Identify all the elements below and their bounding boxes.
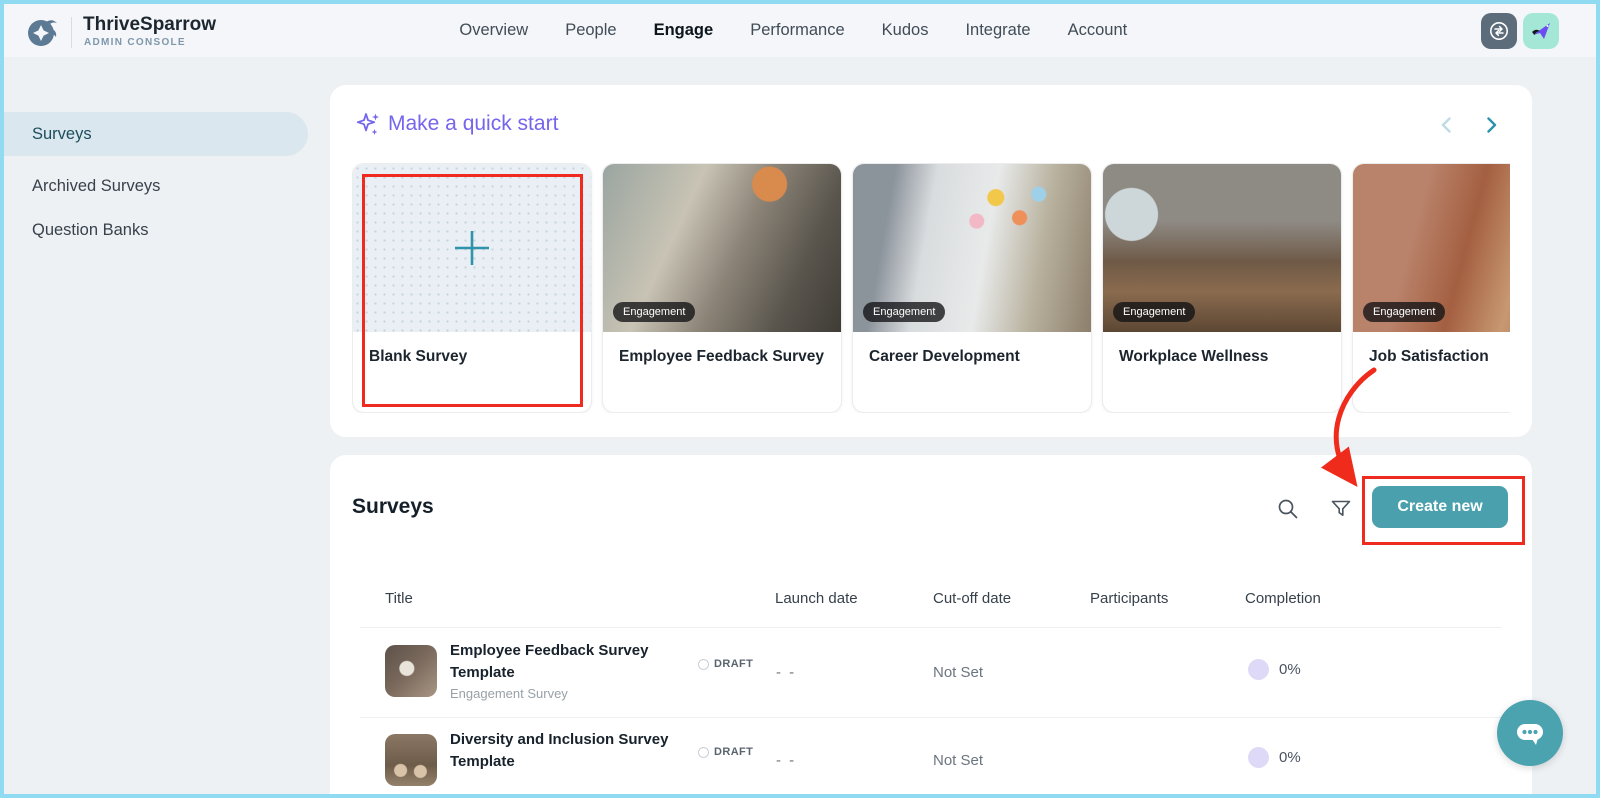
nav-kudos[interactable]: Kudos <box>882 21 929 40</box>
card-employee-feedback-survey[interactable]: Engagement Employee Feedback Survey <box>602 163 842 413</box>
template-carousel: Blank Survey Engagement Employee Feedbac… <box>352 163 1510 413</box>
survey-subtitle: Engagement Survey <box>450 686 568 701</box>
annotation-box-blank-survey <box>362 174 583 407</box>
sidebar-item-surveys[interactable]: Surveys <box>4 112 308 156</box>
completion-ring-icon <box>1248 747 1269 768</box>
surveys-title: Surveys <box>352 495 434 518</box>
status-badge: DRAFT <box>698 658 753 670</box>
status-badge: DRAFT <box>698 746 753 758</box>
brand-name: ThriveSparrow <box>83 14 217 35</box>
sparrow-app-icon <box>1532 23 1550 39</box>
completion-ring-icon <box>1248 659 1269 680</box>
switch-apps-icon <box>1490 22 1508 40</box>
carousel-next-button[interactable] <box>1480 114 1502 136</box>
launch-date-value: - - <box>776 752 797 769</box>
card-career-development[interactable]: Engagement Career Development <box>852 163 1092 413</box>
status-label: DRAFT <box>714 746 754 758</box>
launch-date-value: - - <box>776 664 797 681</box>
column-header-cutoff-date: Cut-off date <box>933 590 1012 607</box>
nav-people[interactable]: People <box>565 21 616 40</box>
template-title: Career Development <box>869 348 1020 365</box>
survey-thumbnail <box>385 645 437 697</box>
sidebar-item-label: Question Banks <box>32 220 149 239</box>
template-photo: Engagement <box>1103 164 1341 332</box>
filter-funnel-icon[interactable] <box>1329 497 1353 521</box>
chat-widget-button[interactable] <box>1497 700 1563 766</box>
quick-start-panel: Make a quick start Blank Survey Engageme… <box>330 85 1532 437</box>
sparkles-icon <box>356 113 379 135</box>
sidebar-item-archived-surveys[interactable]: Archived Surveys <box>4 168 308 204</box>
template-photo: Engagement <box>853 164 1091 332</box>
nav-engage[interactable]: Engage <box>654 21 714 40</box>
table-row[interactable]: Diversity and Inclusion Survey Template … <box>330 718 1532 794</box>
sidebar-item-label: Archived Surveys <box>32 176 161 195</box>
completion-value: 0% <box>1279 661 1301 678</box>
card-job-satisfaction[interactable]: Engagement Job Satisfaction <box>1352 163 1510 413</box>
surveys-panel: Surveys Create new Title Launch date Cut… <box>330 455 1532 794</box>
chat-bubble-icon <box>1517 724 1543 745</box>
sidebar-item-label: Surveys <box>32 124 92 143</box>
card-blank-survey[interactable]: Blank Survey <box>352 163 592 413</box>
category-badge: Engagement <box>1363 302 1446 322</box>
survey-title: Diversity and Inclusion Survey Template <box>450 731 669 770</box>
template-title: Employee Feedback Survey <box>619 348 825 365</box>
card-workplace-wellness[interactable]: Engagement Workplace Wellness <box>1102 163 1342 413</box>
column-header-launch-date: Launch date <box>775 590 858 607</box>
category-badge: Engagement <box>863 302 946 322</box>
column-header-title: Title <box>385 590 413 607</box>
search-icon[interactable] <box>1276 497 1300 521</box>
survey-thumbnail <box>385 734 437 786</box>
cutoff-date-value: Not Set <box>933 752 984 769</box>
switch-apps-button[interactable] <box>1481 13 1517 49</box>
completion-cell: 0% <box>1248 659 1301 680</box>
template-title: Job Satisfaction <box>1369 348 1489 365</box>
nav-performance[interactable]: Performance <box>750 21 844 40</box>
topbar: ThriveSparrow ADMIN CONSOLE Overview Peo… <box>4 4 1596 57</box>
sidebar-item-question-banks[interactable]: Question Banks <box>4 212 308 248</box>
sparrow-logo-icon <box>28 20 57 46</box>
quick-start-title: Make a quick start <box>388 112 559 135</box>
nav-overview[interactable]: Overview <box>459 21 528 40</box>
cutoff-date-value: Not Set <box>933 664 984 681</box>
column-header-participants: Participants <box>1090 590 1169 607</box>
brand-divider <box>71 17 72 48</box>
status-label: DRAFT <box>714 658 754 670</box>
brand-subtitle: ADMIN CONSOLE <box>84 37 186 48</box>
status-dot-icon <box>698 658 709 670</box>
column-header-completion: Completion <box>1245 590 1321 607</box>
create-new-button[interactable]: Create new <box>1372 486 1508 528</box>
template-title: Workplace Wellness <box>1119 348 1269 365</box>
table-row[interactable]: Employee Feedback Survey Template Engage… <box>330 628 1532 717</box>
category-badge: Engagement <box>613 302 696 322</box>
main-nav: Overview People Engage Performance Kudos… <box>459 4 1127 57</box>
carousel-prev-button[interactable] <box>1436 114 1458 136</box>
completion-cell: 0% <box>1248 747 1301 768</box>
template-photo: Engagement <box>603 164 841 332</box>
category-badge: Engagement <box>1113 302 1196 322</box>
sparrow-app-button[interactable] <box>1523 13 1559 49</box>
status-dot-icon <box>698 746 709 758</box>
completion-value: 0% <box>1279 749 1301 766</box>
template-photo: Engagement <box>1353 164 1510 332</box>
nav-account[interactable]: Account <box>1068 21 1128 40</box>
survey-title: Employee Feedback Survey Template <box>450 642 649 681</box>
nav-integrate[interactable]: Integrate <box>965 21 1030 40</box>
